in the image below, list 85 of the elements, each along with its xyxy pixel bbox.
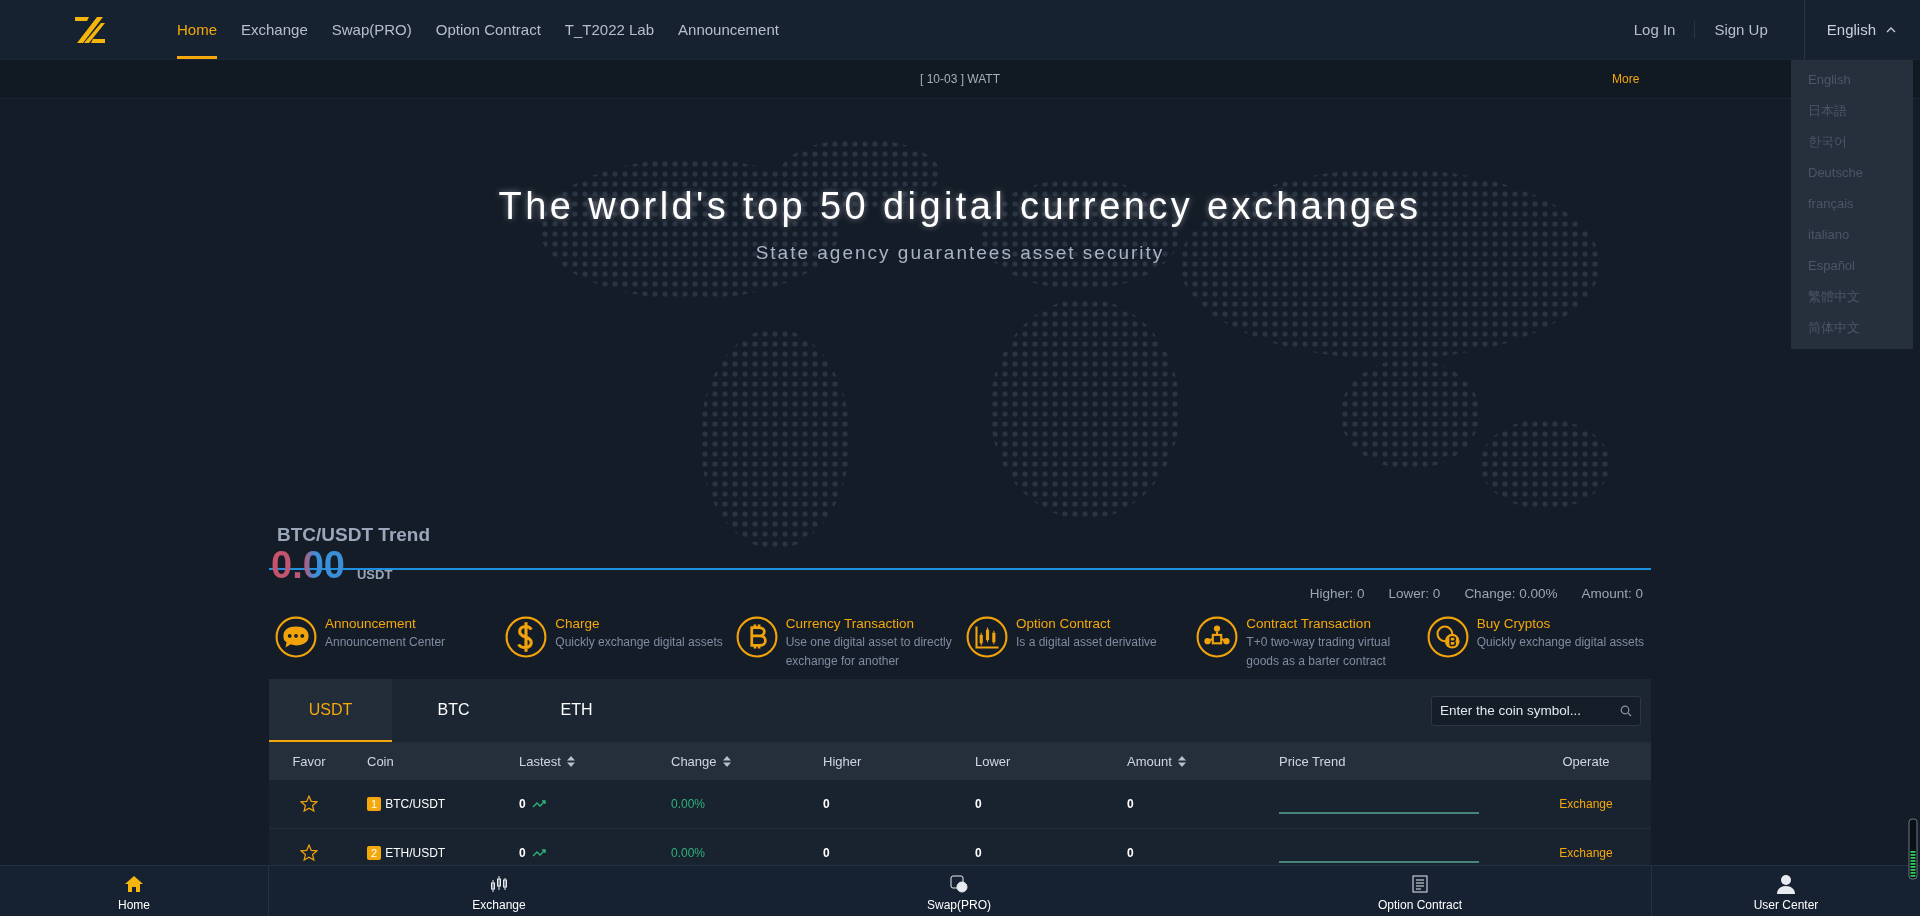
feature-title[interactable]: Currency Transaction xyxy=(785,616,960,631)
candlestick-icon xyxy=(489,874,509,894)
column-header: Higher xyxy=(823,753,862,769)
exchange-link[interactable]: Exchange xyxy=(1559,846,1613,860)
sort-icon[interactable] xyxy=(566,755,575,767)
chat-icon[interactable] xyxy=(275,616,317,658)
home-icon xyxy=(124,874,144,894)
feature-description: Is a digital asset derivative xyxy=(1016,634,1157,651)
bottom-nav-item[interactable]: Option Contract xyxy=(1371,866,1468,916)
feature-description: Use one digital asset to directly exchange for another xyxy=(785,634,953,670)
rank-badge: 1 xyxy=(367,797,382,811)
nav-link[interactable]: Announcement xyxy=(678,0,779,59)
rank-badge: 2 xyxy=(367,846,382,860)
table-cell: 0.00% xyxy=(671,797,706,811)
trend-title: BTC/USDT Trend xyxy=(277,524,432,547)
column-header: Operate xyxy=(1562,753,1610,769)
exchange-link[interactable]: Exchange xyxy=(1559,797,1613,811)
nav-link[interactable]: Option Contract xyxy=(435,0,541,59)
sort-icon[interactable] xyxy=(722,755,731,767)
feature-title[interactable]: Announcement xyxy=(325,616,446,631)
bottom-nav-item[interactable]: Swap(PRO) xyxy=(921,866,997,916)
coin-pair[interactable]: BTC/USDT xyxy=(385,797,446,811)
feature-title[interactable]: Option Contract xyxy=(1016,616,1157,631)
swap-icon xyxy=(949,874,969,894)
feature-description: T+0 two-way trading virtual goods as a barter contract xyxy=(1246,634,1392,670)
caret-icon xyxy=(1886,26,1896,33)
star-icon[interactable] xyxy=(300,795,318,813)
bitcoin-icon[interactable] xyxy=(735,616,778,658)
auth-link[interactable]: Sign Up xyxy=(1694,21,1787,38)
market-tab[interactable]: USDT xyxy=(269,679,392,742)
search-icon xyxy=(1620,704,1632,717)
table-cell: 0 xyxy=(519,846,526,860)
star-icon[interactable] xyxy=(300,844,318,862)
sort-icon[interactable] xyxy=(1177,755,1186,767)
meter-icon xyxy=(1907,818,1919,880)
bottom-nav-item[interactable]: Home xyxy=(112,866,156,916)
stat-text: Higher: 0 xyxy=(1309,586,1365,603)
table-cell: 0.00% xyxy=(671,846,706,860)
bottom-nav-item[interactable]: User Center xyxy=(1747,866,1825,916)
stat-text: Lower: 0 xyxy=(1388,586,1441,603)
network-icon[interactable] xyxy=(1196,616,1239,658)
trend-up-icon xyxy=(531,849,546,857)
column-header: Change xyxy=(671,753,717,769)
feature-title[interactable]: Contract Transaction xyxy=(1246,616,1421,631)
auth-link[interactable]: Log In xyxy=(1614,21,1695,38)
search-field[interactable]: Enter the coin symbol... xyxy=(1431,695,1641,726)
document-icon xyxy=(1410,874,1430,894)
feature-title[interactable]: Buy Cryptos xyxy=(1476,616,1645,631)
column-header: Amount xyxy=(1127,753,1172,769)
more-link[interactable]: More xyxy=(1612,72,1640,86)
column-header: Coin xyxy=(367,753,394,769)
coin-icon[interactable] xyxy=(1426,616,1469,658)
user-icon xyxy=(1776,874,1796,894)
nav-link[interactable]: Exchange xyxy=(241,0,308,59)
stat-text: Amount: 0 xyxy=(1581,586,1643,603)
table-cell: 0 xyxy=(1127,846,1134,860)
nav-link[interactable]: T_T2022 Lab xyxy=(564,0,655,59)
table-cell: 0 xyxy=(1127,797,1134,811)
market-tab[interactable]: ETH xyxy=(515,679,638,742)
column-header: Favor xyxy=(292,753,326,769)
column-header: Lastest xyxy=(519,753,561,769)
price-unit: USDT xyxy=(356,567,393,582)
column-header: Lower xyxy=(975,753,1011,769)
dollar-icon[interactable] xyxy=(505,616,548,658)
column-header: Price Trend xyxy=(1279,753,1346,769)
stat-text: Change: 0.00% xyxy=(1464,586,1558,603)
ticker-text[interactable]: [ 10-03 ] WATT xyxy=(920,72,1000,86)
table-cell: 0 xyxy=(519,797,526,811)
feature-description: Quickly exchange digital assets xyxy=(1476,634,1645,651)
market-tab[interactable]: BTC xyxy=(392,679,515,742)
candlestick-chart-icon[interactable] xyxy=(966,616,1008,658)
bottom-nav-item[interactable]: Exchange xyxy=(466,866,532,916)
hero-title: The world's top 50 digital currency exchanges xyxy=(498,185,1422,228)
hero-subtitle: State agency guarantees asset security xyxy=(755,242,1165,264)
trend-up-icon xyxy=(531,800,546,808)
table-cell: 0 xyxy=(823,797,830,811)
feature-description: Announcement Center xyxy=(325,634,446,651)
feature-description: Quickly exchange digital assets xyxy=(555,634,723,651)
coin-pair[interactable]: ETH/USDT xyxy=(385,846,446,860)
feature-title[interactable]: Charge xyxy=(555,616,723,631)
table-cell: 0 xyxy=(975,846,982,860)
nav-link[interactable]: Swap(PRO) xyxy=(331,0,412,59)
table-cell: 0 xyxy=(823,846,830,860)
logo-icon[interactable] xyxy=(73,14,107,45)
table-cell: 0 xyxy=(975,797,982,811)
